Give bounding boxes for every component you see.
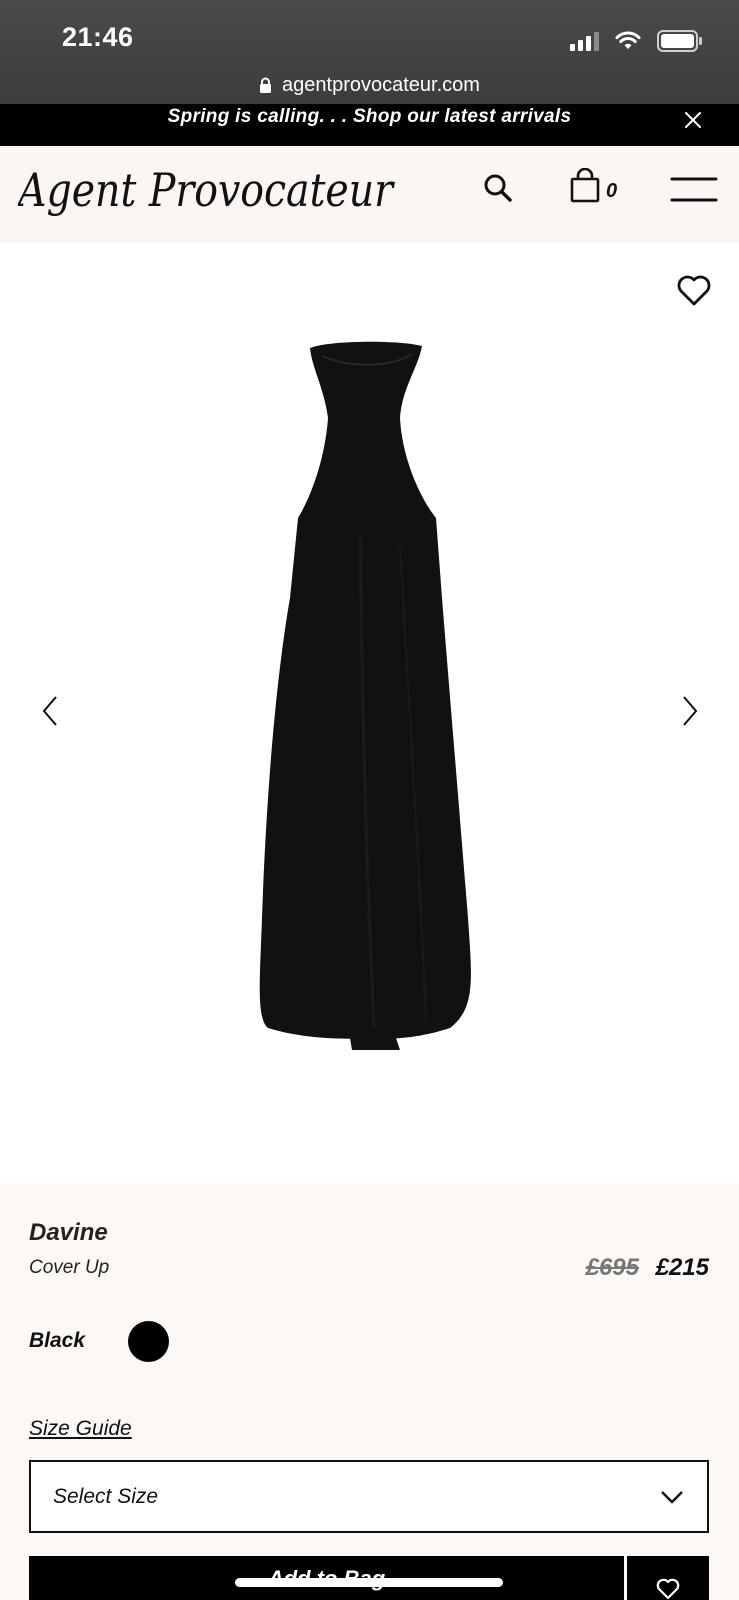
promo-banner[interactable]: Spring is calling. . . Shop our latest a…	[0, 104, 739, 146]
original-price: £695	[585, 1254, 639, 1281]
bag-count[interactable]: 0	[606, 180, 617, 203]
size-guide-link[interactable]: Size Guide	[29, 1417, 132, 1441]
brand-logo[interactable]: Agent Provocateur	[15, 156, 398, 226]
product-info: Davine Cover Up £695 £215 Black Size Gui…	[0, 1183, 739, 1600]
svg-text:Agent Provocateur: Agent Provocateur	[18, 163, 396, 217]
browser-chrome: 21:46 agentprovocateur.com	[0, 0, 739, 112]
hamburger-menu-icon[interactable]	[670, 176, 718, 204]
heart-icon	[656, 1578, 680, 1600]
site-header: Agent Provocateur 0	[0, 146, 739, 243]
colour-label: Black	[29, 1329, 86, 1352]
address-bar[interactable]: agentprovocateur.com	[0, 70, 739, 100]
search-icon[interactable]	[482, 172, 514, 204]
battery-icon	[657, 30, 703, 52]
shopping-bag-icon[interactable]	[568, 167, 602, 204]
close-icon[interactable]	[681, 108, 705, 132]
home-indicator[interactable]	[235, 1578, 503, 1587]
product-image-gallery[interactable]	[0, 243, 739, 1183]
cellular-signal-icon	[570, 31, 599, 51]
chevron-left-icon[interactable]	[38, 693, 62, 729]
chevron-right-icon[interactable]	[678, 693, 702, 729]
size-select-label: Select Size	[53, 1485, 159, 1508]
wifi-icon	[615, 31, 641, 51]
heart-icon[interactable]	[676, 273, 712, 307]
product-name: Davine	[29, 1219, 108, 1246]
size-select-dropdown[interactable]: Select Size	[29, 1460, 709, 1533]
url-text: agentprovocateur.com	[282, 73, 480, 96]
lock-icon	[259, 77, 272, 94]
sale-price: £215	[655, 1254, 709, 1281]
colour-swatch-black[interactable]	[128, 1321, 169, 1362]
status-time: 21:46	[62, 22, 134, 52]
product-image	[250, 338, 490, 1058]
status-icons	[570, 28, 703, 54]
wishlist-button[interactable]	[627, 1556, 709, 1600]
product-subtitle: Cover Up	[29, 1257, 110, 1278]
chevron-down-icon	[659, 1486, 685, 1508]
promo-text[interactable]: Spring is calling. . . Shop our latest a…	[0, 106, 739, 128]
